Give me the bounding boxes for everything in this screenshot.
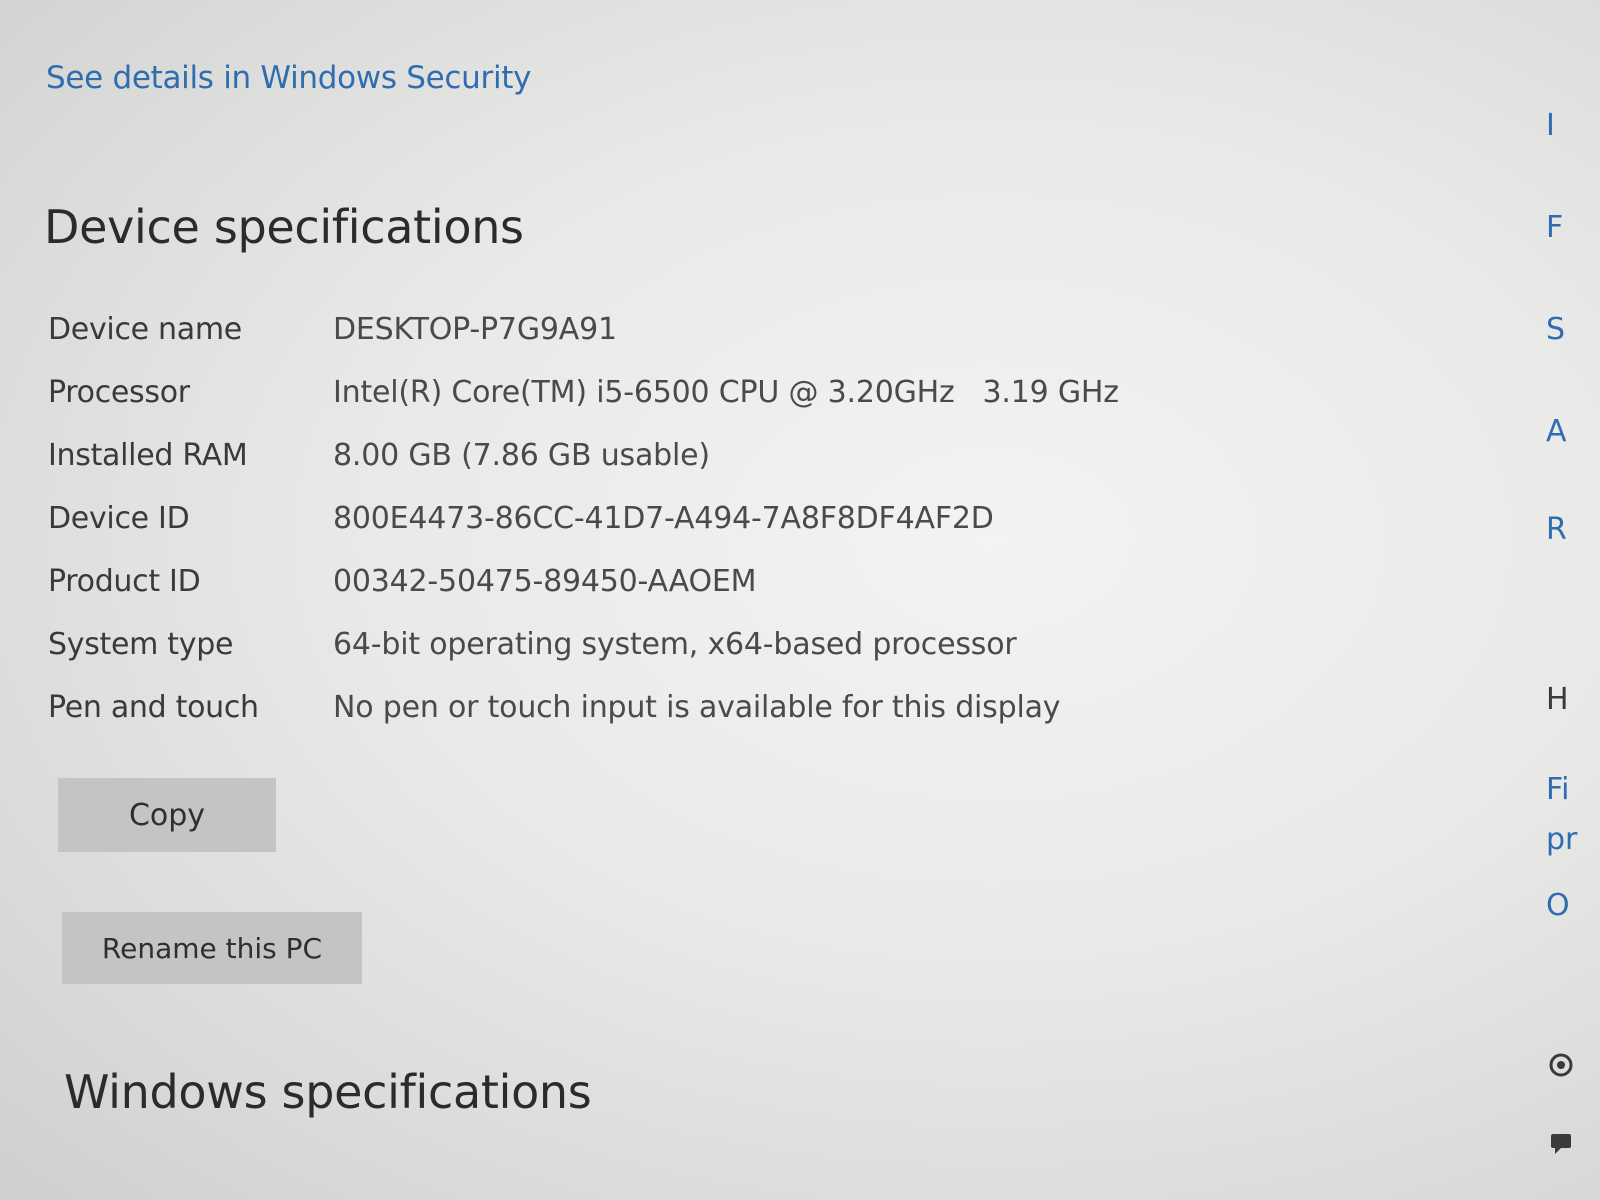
- spec-label: System type: [48, 627, 234, 662]
- related-link-fragment[interactable]: A: [1546, 414, 1567, 449]
- spec-value: DESKTOP-P7G9A91: [333, 312, 617, 347]
- help-link-fragment[interactable]: pr: [1546, 822, 1577, 857]
- spec-row-system-type: System type 64-bit operating system, x64…: [48, 627, 1248, 690]
- windows-specifications-heading: Windows specifications: [64, 1065, 592, 1119]
- windows-security-link[interactable]: See details in Windows Security: [46, 60, 531, 96]
- spec-value: 800E4473-86CC-41D7-A494-7A8F8DF4AF2D: [333, 501, 994, 536]
- spec-label: Product ID: [48, 564, 201, 599]
- rename-this-pc-button[interactable]: Rename this PC: [62, 912, 362, 984]
- spec-row-device-name: Device name DESKTOP-P7G9A91: [48, 312, 1248, 375]
- spec-label: Pen and touch: [48, 690, 259, 725]
- device-specs-list: Device name DESKTOP-P7G9A91 Processor In…: [48, 312, 1248, 753]
- spec-row-pen-and-touch: Pen and touch No pen or touch input is a…: [48, 690, 1248, 753]
- related-link-fragment[interactable]: S: [1546, 312, 1565, 347]
- spec-row-device-id: Device ID 800E4473-86CC-41D7-A494-7A8F8D…: [48, 501, 1248, 564]
- spec-value: No pen or touch input is available for t…: [333, 690, 1061, 725]
- spec-row-product-id: Product ID 00342-50475-89450-AAOEM: [48, 564, 1248, 627]
- get-help-icon[interactable]: [1548, 1052, 1574, 1078]
- copy-button[interactable]: Copy: [58, 778, 276, 852]
- spec-row-processor: Processor Intel(R) Core(TM) i5-6500 CPU …: [48, 375, 1248, 438]
- spec-label: Device ID: [48, 501, 190, 536]
- spec-label: Installed RAM: [48, 438, 248, 473]
- help-heading-fragment: H: [1546, 682, 1569, 717]
- spec-row-installed-ram: Installed RAM 8.00 GB (7.86 GB usable): [48, 438, 1248, 501]
- help-link-fragment[interactable]: O: [1546, 888, 1570, 923]
- related-link-fragment[interactable]: I: [1546, 108, 1555, 143]
- related-settings-panel-edge: I F S A R H Fi pr O: [1546, 0, 1600, 1200]
- spec-value: 64-bit operating system, x64-based proce…: [333, 627, 1017, 662]
- device-specifications-heading: Device specifications: [44, 200, 524, 254]
- feedback-icon[interactable]: [1548, 1130, 1574, 1156]
- spec-value: Intel(R) Core(TM) i5-6500 CPU @ 3.20GHz …: [333, 375, 1119, 410]
- related-link-fragment[interactable]: F: [1546, 210, 1563, 245]
- related-link-fragment[interactable]: R: [1546, 512, 1567, 547]
- spec-value: 00342-50475-89450-AAOEM: [333, 564, 757, 599]
- spec-label: Processor: [48, 375, 190, 410]
- spec-value: 8.00 GB (7.86 GB usable): [333, 438, 710, 473]
- spec-label: Device name: [48, 312, 242, 347]
- about-settings-page: See details in Windows Security Device s…: [0, 0, 1600, 1200]
- help-link-fragment[interactable]: Fi: [1546, 772, 1569, 807]
